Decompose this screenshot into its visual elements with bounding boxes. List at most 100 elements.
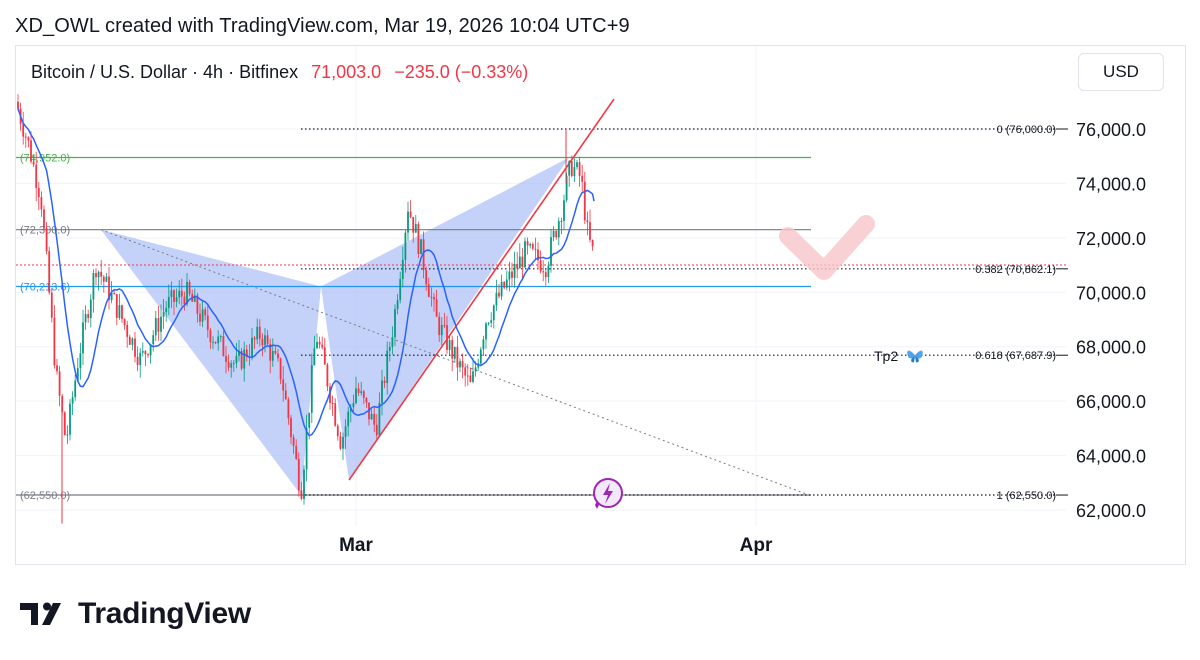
candle-body bbox=[334, 403, 337, 426]
candle-body bbox=[144, 351, 147, 355]
candle-body bbox=[206, 315, 209, 330]
candle-body bbox=[24, 136, 27, 138]
candle-body bbox=[464, 367, 467, 376]
candle-body bbox=[53, 317, 56, 366]
candle-body bbox=[105, 276, 108, 282]
candle-body bbox=[326, 364, 329, 387]
candle-body bbox=[344, 426, 347, 437]
candle-body bbox=[516, 263, 519, 269]
price-axis-label: 72,000.0 bbox=[1076, 229, 1146, 249]
candle-body bbox=[295, 445, 298, 459]
candle-body bbox=[544, 272, 547, 278]
candle-body bbox=[45, 228, 48, 252]
candle-body bbox=[115, 294, 118, 318]
candle-body bbox=[136, 356, 139, 365]
candle-body bbox=[27, 137, 30, 141]
tradingview-logo-icon bbox=[20, 602, 61, 625]
candle-body bbox=[425, 269, 428, 285]
candle-body bbox=[58, 371, 61, 396]
candle-body bbox=[232, 363, 235, 365]
candle-body bbox=[282, 379, 285, 391]
candle-body bbox=[586, 220, 589, 223]
candle-body bbox=[386, 350, 389, 383]
candle-body bbox=[589, 222, 591, 240]
candle-body bbox=[160, 316, 162, 332]
currency-button[interactable]: USD bbox=[1078, 53, 1164, 91]
price-axis-label: 64,000.0 bbox=[1076, 447, 1146, 467]
candle-body bbox=[542, 271, 545, 273]
candle-body bbox=[258, 326, 261, 339]
candle-body bbox=[141, 351, 144, 353]
candle-body bbox=[84, 314, 87, 323]
candle-body bbox=[102, 276, 105, 282]
candle-body bbox=[370, 413, 373, 420]
candle-body bbox=[339, 436, 342, 449]
candle-body bbox=[219, 336, 222, 338]
time-axis-label: Apr bbox=[740, 535, 773, 556]
candle-body bbox=[427, 284, 430, 297]
candle-body bbox=[48, 251, 51, 293]
chart-panel[interactable]: (74,952.0) (72,300.0) (70,213.6) (62,550.0)… bbox=[15, 45, 1186, 565]
candle-body bbox=[201, 309, 204, 322]
candle-body bbox=[37, 187, 40, 198]
candle-body bbox=[433, 297, 435, 300]
candle-body bbox=[297, 458, 300, 491]
candle-body bbox=[485, 323, 487, 340]
candle-body bbox=[316, 341, 318, 349]
candle-body bbox=[178, 290, 181, 298]
candle-body bbox=[175, 297, 178, 302]
level-label: (72,300.0) bbox=[20, 225, 70, 237]
candle-body bbox=[555, 231, 558, 238]
candle-body bbox=[56, 365, 58, 372]
tradingview-wordmark: TradingView bbox=[78, 597, 251, 630]
candle-body bbox=[404, 232, 407, 260]
candle-body bbox=[552, 231, 555, 238]
candle-body bbox=[529, 244, 532, 246]
candle-body bbox=[71, 397, 74, 404]
candle-body bbox=[451, 339, 454, 359]
candle-body bbox=[482, 339, 485, 350]
candle-body bbox=[503, 281, 506, 288]
candle-body bbox=[396, 300, 399, 310]
candle-body bbox=[199, 313, 201, 322]
candle-body bbox=[256, 326, 259, 340]
candle-body bbox=[547, 265, 550, 278]
candle-body bbox=[30, 140, 32, 162]
candle-body bbox=[40, 197, 43, 210]
price-chart[interactable]: (74,952.0)(72,300.0)(70,213.6)(62,550.0)… bbox=[16, 46, 1186, 565]
candle-body bbox=[222, 336, 225, 357]
candle-body bbox=[576, 162, 578, 168]
candle-body bbox=[271, 350, 274, 361]
candle-body bbox=[401, 259, 404, 279]
candle-body bbox=[313, 348, 316, 366]
candle-body bbox=[212, 341, 214, 343]
candle-body bbox=[131, 338, 134, 345]
candle-body bbox=[251, 337, 253, 357]
candle-body bbox=[318, 341, 321, 345]
candle-body bbox=[87, 314, 90, 319]
symbol-legend: Bitcoin / U.S. Dollar · 4h · Bitfinex 71… bbox=[31, 62, 528, 83]
candle-body bbox=[479, 349, 482, 364]
candle-body bbox=[373, 413, 376, 425]
candle-body bbox=[266, 335, 269, 344]
candle-body bbox=[79, 353, 82, 369]
candle-body bbox=[261, 338, 264, 346]
candle-body bbox=[292, 437, 295, 446]
candle-body bbox=[92, 273, 95, 300]
candle-body bbox=[420, 239, 422, 255]
price-axis-label: 68,000.0 bbox=[1076, 338, 1146, 358]
candle-body bbox=[531, 244, 534, 249]
candle-body bbox=[438, 316, 441, 336]
symbol-name: Bitcoin / U.S. Dollar · 4h · Bitfinex bbox=[31, 62, 299, 82]
candle-body bbox=[277, 353, 279, 359]
candle-body bbox=[66, 434, 69, 436]
candle-body bbox=[383, 380, 386, 383]
candle-body bbox=[123, 319, 126, 325]
candle-body bbox=[534, 248, 537, 250]
candle-body bbox=[217, 336, 220, 344]
price-axis-label: 62,000.0 bbox=[1076, 501, 1146, 521]
candle-body bbox=[508, 271, 511, 280]
candle-body bbox=[526, 241, 529, 246]
candle-body bbox=[162, 312, 165, 317]
candle-body bbox=[578, 162, 581, 176]
